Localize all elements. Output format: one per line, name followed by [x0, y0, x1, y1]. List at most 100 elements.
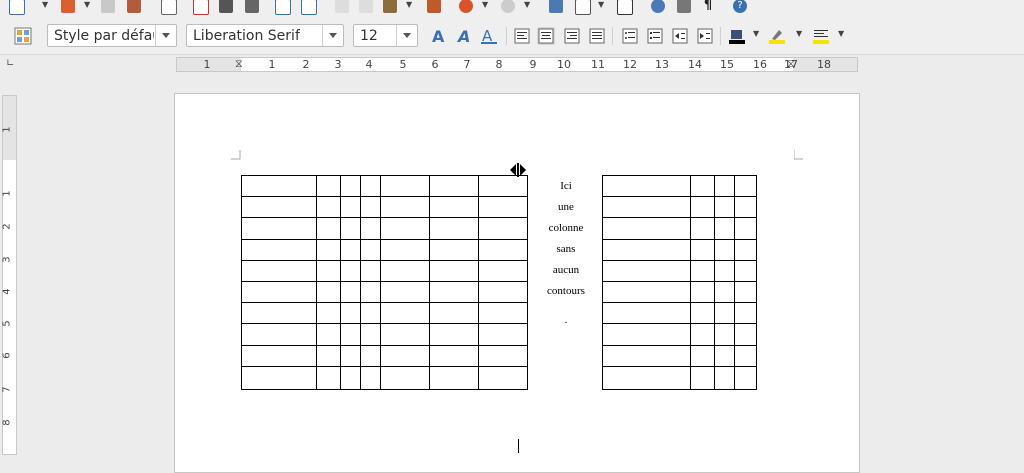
- spellcheck-icon[interactable]: [272, 0, 292, 16]
- bold-icon[interactable]: A: [430, 27, 448, 46]
- table-cell[interactable]: [339, 174, 362, 198]
- new-dropdown-icon[interactable]: ▼: [42, 0, 48, 9]
- export-pdf-icon[interactable]: [190, 0, 210, 16]
- table-cell[interactable]: [339, 217, 362, 240]
- right-indent-marker-icon[interactable]: ⧖: [787, 57, 795, 71]
- justify-icon[interactable]: [588, 27, 606, 45]
- table-cell[interactable]: [713, 217, 736, 240]
- new-document-icon[interactable]: [6, 0, 26, 16]
- table-cell[interactable]: [360, 259, 382, 282]
- auto-spellcheck-icon[interactable]: [298, 0, 318, 16]
- italic-icon[interactable]: A: [456, 27, 474, 46]
- table-cell[interactable]: [601, 365, 692, 391]
- undo-dropdown-icon[interactable]: ▼: [482, 0, 488, 9]
- paste-icon[interactable]: [380, 0, 400, 16]
- table-cell[interactable]: [429, 238, 479, 261]
- table-cell[interactable]: [690, 323, 715, 346]
- table-cell[interactable]: [713, 365, 736, 391]
- table-cell[interactable]: [690, 217, 715, 240]
- table-cell[interactable]: [477, 238, 529, 261]
- table-cell[interactable]: [734, 280, 757, 304]
- table-cell[interactable]: [316, 344, 341, 367]
- table-cell[interactable]: [339, 280, 362, 304]
- paragraph-background-icon[interactable]: [812, 27, 830, 45]
- draw-functions-icon[interactable]: [614, 0, 634, 16]
- numbered-list-icon[interactable]: [646, 27, 664, 45]
- table-cell[interactable]: [477, 217, 529, 240]
- table-cell[interactable]: [380, 238, 431, 261]
- font-color-icon[interactable]: [728, 27, 746, 45]
- table-cell[interactable]: [690, 259, 715, 282]
- open-dropdown-icon[interactable]: ▼: [84, 0, 90, 9]
- redo-dropdown-icon[interactable]: ▼: [524, 0, 530, 9]
- table-cell[interactable]: [429, 174, 479, 198]
- style-list-icon[interactable]: [14, 27, 32, 45]
- save-icon[interactable]: [98, 0, 118, 16]
- table-cell[interactable]: [380, 323, 431, 346]
- help-icon[interactable]: ?: [730, 0, 750, 16]
- edit-mode-icon[interactable]: [158, 0, 178, 16]
- table-cell[interactable]: [240, 174, 318, 198]
- table-cell[interactable]: [339, 323, 362, 346]
- table-cell[interactable]: [713, 302, 736, 325]
- table-cell[interactable]: [601, 302, 692, 325]
- font-name-combo[interactable]: Liberation Serif: [186, 24, 344, 47]
- table-cell[interactable]: [734, 302, 757, 325]
- paste-dropdown-icon[interactable]: ▼: [406, 0, 412, 9]
- table-cell[interactable]: [339, 238, 362, 261]
- table-cell[interactable]: [713, 280, 736, 304]
- table-cell[interactable]: [601, 174, 692, 198]
- paragraph-style-dropdown-icon[interactable]: [155, 25, 176, 46]
- table-cell[interactable]: [380, 217, 431, 240]
- table-cell[interactable]: [360, 196, 382, 219]
- table-cell[interactable]: [734, 238, 757, 261]
- table-cell[interactable]: [380, 174, 431, 198]
- table-cell[interactable]: [477, 174, 529, 198]
- table-cell[interactable]: [339, 302, 362, 325]
- table-cell[interactable]: [477, 196, 529, 219]
- table-cell[interactable]: [734, 365, 757, 391]
- table-cell[interactable]: [240, 280, 318, 304]
- table-cell[interactable]: [360, 365, 382, 391]
- table-cell[interactable]: [601, 280, 692, 304]
- align-left-icon[interactable]: [513, 27, 531, 45]
- print-preview-icon[interactable]: [242, 0, 262, 16]
- table-cell[interactable]: [734, 174, 757, 198]
- table-cell[interactable]: [360, 280, 382, 304]
- table-cell[interactable]: [713, 323, 736, 346]
- table-cell[interactable]: [713, 174, 736, 198]
- table-cell[interactable]: [240, 344, 318, 367]
- table-cell[interactable]: [360, 344, 382, 367]
- table-cell[interactable]: [316, 365, 341, 391]
- table-cell[interactable]: [734, 323, 757, 346]
- table-cell[interactable]: [380, 302, 431, 325]
- table-cell[interactable]: [429, 302, 479, 325]
- font-name-dropdown-icon[interactable]: [322, 25, 343, 46]
- table-cell[interactable]: [601, 196, 692, 219]
- table-cell[interactable]: [477, 259, 529, 282]
- navigator-icon[interactable]: [648, 0, 668, 16]
- paragraph-style-combo[interactable]: Style par défaut: [47, 24, 177, 47]
- table-cell[interactable]: [380, 259, 431, 282]
- table-cell[interactable]: [429, 344, 479, 367]
- table-cell[interactable]: [734, 196, 757, 219]
- table-cell[interactable]: [380, 280, 431, 304]
- table-cell[interactable]: [339, 196, 362, 219]
- table-cell[interactable]: [360, 238, 382, 261]
- redo-icon[interactable]: [498, 0, 518, 16]
- table-cell[interactable]: [316, 259, 341, 282]
- table-cell[interactable]: [690, 238, 715, 261]
- table-cell[interactable]: [477, 344, 529, 367]
- table-cell[interactable]: [429, 217, 479, 240]
- table-cell[interactable]: [316, 238, 341, 261]
- table-cell[interactable]: [316, 323, 341, 346]
- table-cell[interactable]: [690, 196, 715, 219]
- open-folder-icon[interactable]: [58, 0, 78, 16]
- table-cell[interactable]: [477, 302, 529, 325]
- table-cell[interactable]: [429, 280, 479, 304]
- horizontal-ruler[interactable]: 1 1 2 3 4 5 6 7 8 9 10 11 12 13 14 15 16 17 18 ⧖ ⧖: [176, 57, 858, 72]
- table-cell[interactable]: [601, 344, 692, 367]
- insert-table-icon[interactable]: [572, 0, 592, 16]
- copy-icon[interactable]: [356, 0, 376, 16]
- highlight-color-icon[interactable]: [768, 27, 786, 45]
